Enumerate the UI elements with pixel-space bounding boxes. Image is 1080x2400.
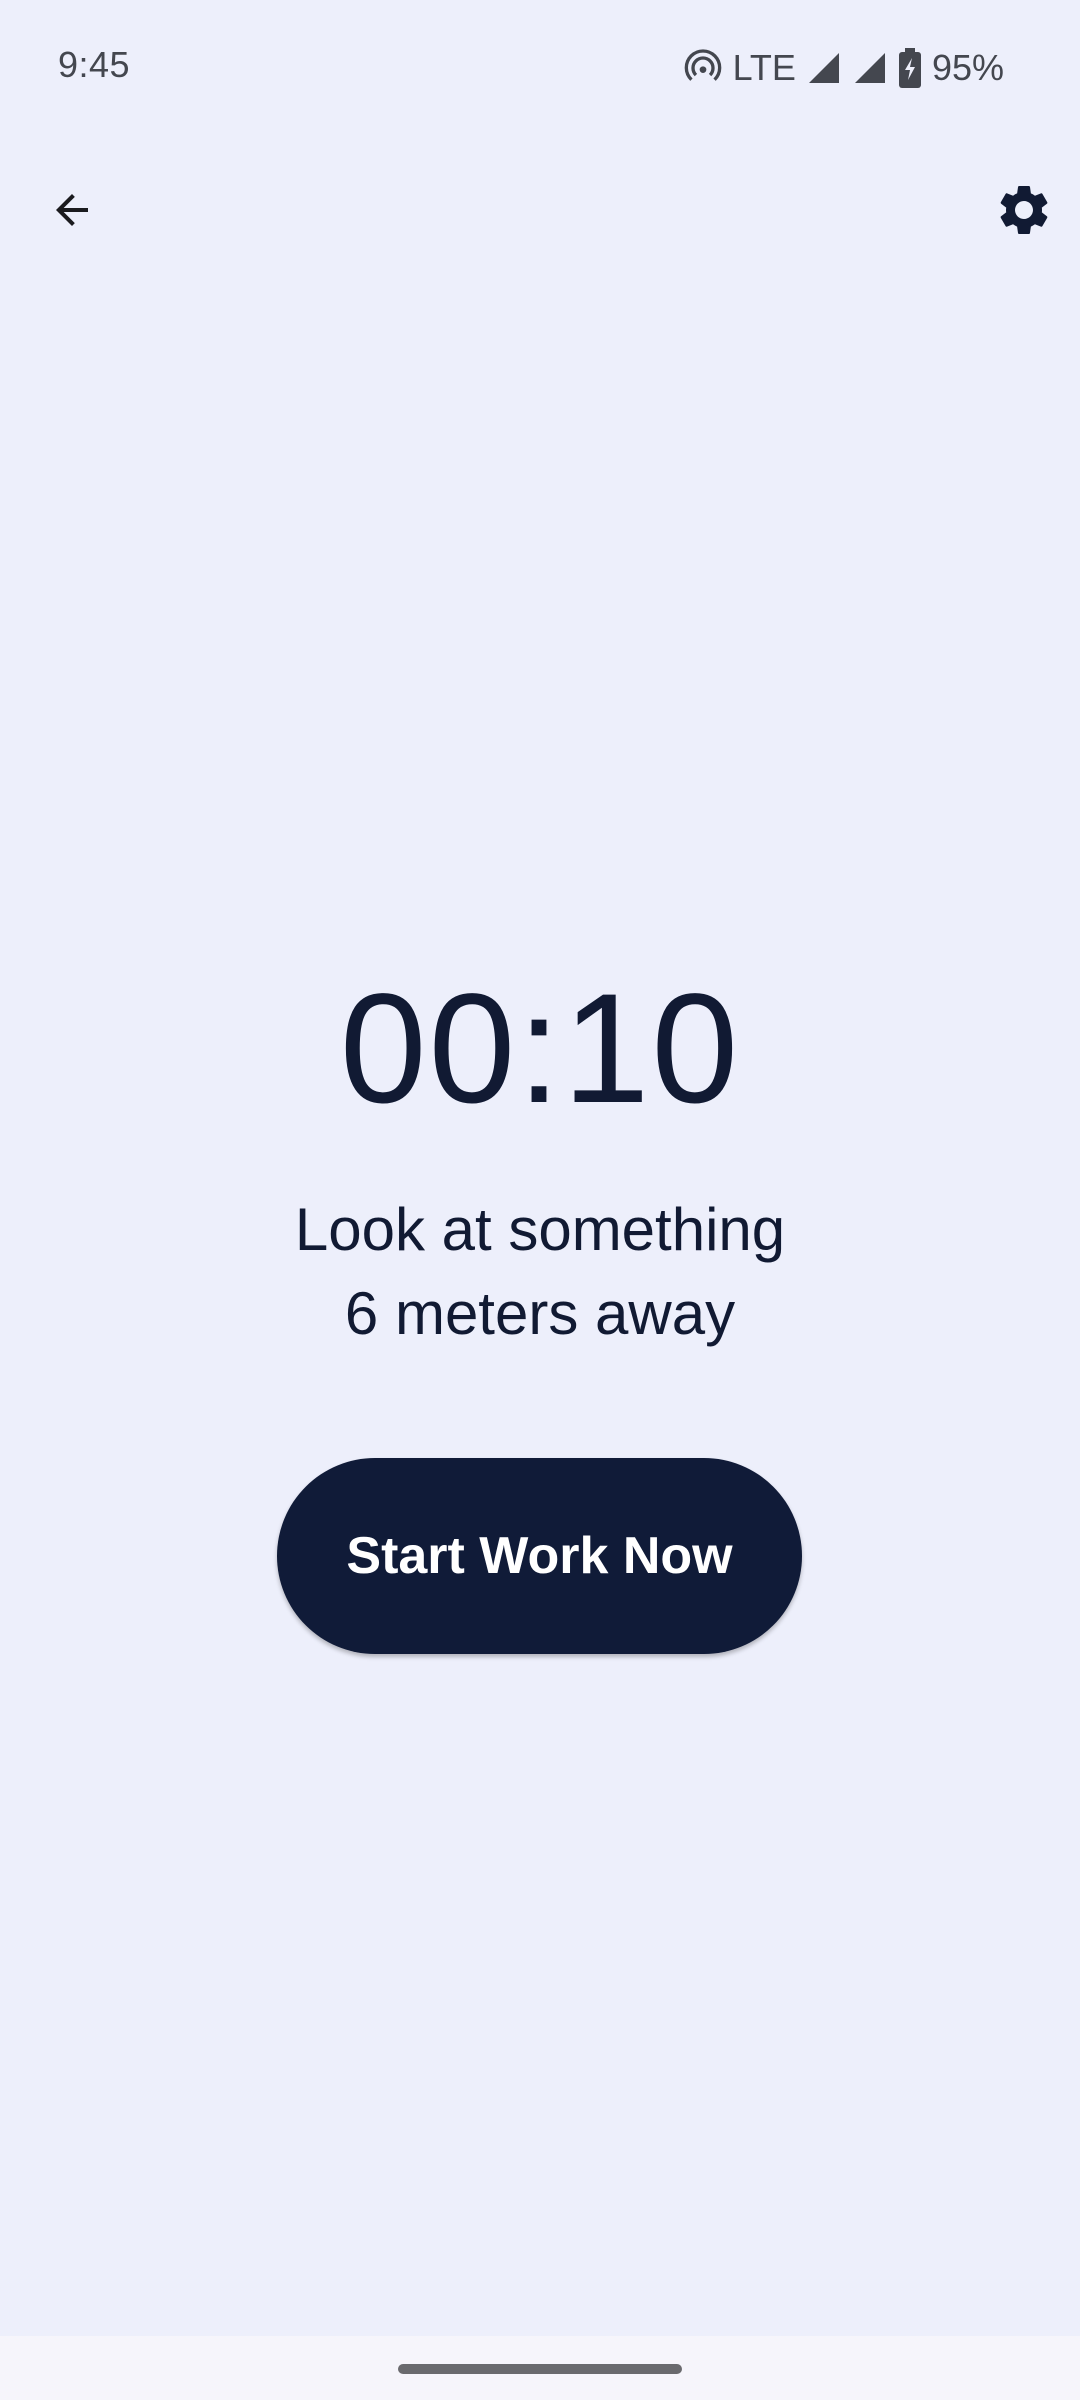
- settings-button[interactable]: [988, 176, 1060, 248]
- back-button[interactable]: [40, 180, 104, 244]
- status-time: 9:45: [58, 44, 131, 85]
- instruction-text: Look at something 6 meters away: [0, 1188, 1080, 1356]
- status-bar: 9:45 LTE 95%: [0, 0, 1080, 130]
- start-work-button[interactable]: Start Work Now: [277, 1458, 802, 1654]
- signal-icon: [852, 50, 888, 86]
- hotspot-icon: [683, 48, 723, 88]
- arrow-back-icon: [48, 186, 96, 239]
- gesture-nav-bar: [0, 2336, 1080, 2400]
- instruction-line-2: 6 meters away: [344, 1280, 736, 1347]
- countdown-timer: 00:10: [339, 962, 741, 1136]
- instruction-line-1: Look at something: [294, 1196, 786, 1263]
- app-bar: [0, 160, 1080, 260]
- battery-level: 95%: [931, 47, 1004, 88]
- status-icons: LTE 95%: [683, 44, 1004, 92]
- network-type: LTE: [732, 47, 796, 88]
- battery-charging-icon: [898, 48, 922, 88]
- gear-icon: [994, 180, 1054, 245]
- home-indicator[interactable]: [398, 2364, 682, 2374]
- signal-icon: [806, 50, 842, 86]
